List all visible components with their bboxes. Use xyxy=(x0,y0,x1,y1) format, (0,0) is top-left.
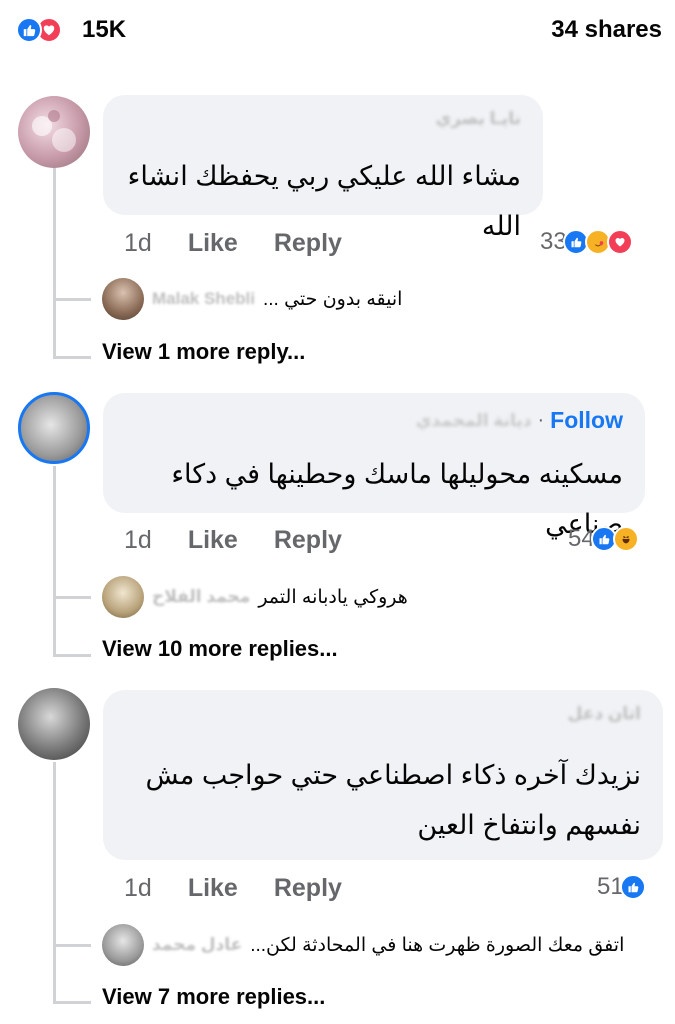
reply-avatar[interactable] xyxy=(102,924,144,966)
post-stats-bar: 15K 34 shares xyxy=(0,0,675,62)
comment-text: نزيدك آخره ذكاء اصطناعي حتي حواجب مش نفس… xyxy=(145,750,641,850)
reply-button[interactable]: Reply xyxy=(274,229,342,258)
thread-branch xyxy=(53,654,91,657)
like-icon xyxy=(16,17,42,43)
follow-button[interactable]: Follow xyxy=(550,407,623,434)
comment-actions: 1d Like Reply xyxy=(124,874,342,903)
thread-line xyxy=(53,762,56,1002)
view-more-replies[interactable]: View 10 more replies... xyxy=(102,636,338,662)
comment-reactions[interactable]: 33 xyxy=(540,228,633,256)
like-button[interactable]: Like xyxy=(188,874,238,903)
comment-author-row: ديانة المحمدي · Follow xyxy=(416,407,623,434)
view-more-replies[interactable]: View 7 more replies... xyxy=(102,984,325,1010)
thread-branch xyxy=(53,356,91,359)
comment-age[interactable]: 1d xyxy=(124,229,152,258)
comment-bubble[interactable]: ديانة المحمدي · Follow مسكينه محوليلها م… xyxy=(103,393,645,539)
haha-icon xyxy=(612,526,639,552)
reaction-count[interactable]: 15K xyxy=(82,16,126,44)
thread-line xyxy=(53,168,56,358)
reply-author[interactable]: عادل محمد xyxy=(152,935,242,955)
comment-age[interactable]: 1d xyxy=(124,874,152,903)
reply-preview[interactable]: عادل محمد اتفق معك الصورة ظهرت هنا في ال… xyxy=(102,924,624,966)
avatar[interactable] xyxy=(18,96,90,168)
separator-dot: · xyxy=(537,409,545,431)
reply-text: هروكي يادبانه التمر xyxy=(258,586,408,608)
view-more-replies[interactable]: View 1 more reply... xyxy=(102,339,305,365)
comment-actions: 1d Like Reply xyxy=(124,526,342,555)
reply-author[interactable]: Malak Shebli xyxy=(152,289,255,309)
reply-text: انيقه بدون حتي ... xyxy=(262,288,403,310)
comment-reactions[interactable]: 51 xyxy=(597,873,646,901)
reply-preview[interactable]: محمد الفلاح هروكي يادبانه التمر xyxy=(102,576,408,618)
comment-author[interactable]: نايـا بصري xyxy=(436,109,521,129)
thread-branch xyxy=(53,1001,91,1004)
comment-age[interactable]: 1d xyxy=(124,526,152,555)
thread-line xyxy=(53,466,56,656)
thread-branch xyxy=(53,596,91,599)
love-icon xyxy=(606,229,633,255)
comment-bubble[interactable]: نايـا بصري مشاء الله عليكي ربي يحفظك انش… xyxy=(103,95,543,241)
thread-branch xyxy=(53,944,91,947)
avatar[interactable] xyxy=(18,688,90,760)
comment-reactions[interactable]: 54 xyxy=(568,525,639,553)
reply-avatar[interactable] xyxy=(102,278,144,320)
thread-branch xyxy=(53,298,91,301)
reply-text: اتفق معك الصورة ظهرت هنا في المحادثة لكن… xyxy=(250,934,625,956)
comment-actions: 1d Like Reply xyxy=(124,229,342,258)
shares-count[interactable]: 34 shares xyxy=(551,16,662,44)
post-reaction-icons[interactable] xyxy=(16,17,76,43)
like-button[interactable]: Like xyxy=(188,526,238,555)
like-button[interactable]: Like xyxy=(188,229,238,258)
like-icon xyxy=(619,874,646,900)
reply-button[interactable]: Reply xyxy=(274,874,342,903)
comment-author[interactable]: ديانة المحمدي xyxy=(416,411,532,431)
reply-button[interactable]: Reply xyxy=(274,526,342,555)
comment-bubble[interactable]: اتان دعل نزيدك آخره ذكاء اصطناعي حتي حوا… xyxy=(103,690,663,860)
comment-text-line: نزيدك آخره ذكاء اصطناعي حتي حواجب مش xyxy=(145,760,641,790)
avatar[interactable] xyxy=(18,392,90,464)
comment-text-line: نفسهم وانتفاخ العين xyxy=(417,810,641,840)
comment-author[interactable]: اتان دعل xyxy=(568,704,641,724)
reply-avatar[interactable] xyxy=(102,576,144,618)
reply-preview[interactable]: Malak Shebli انيقه بدون حتي ... xyxy=(102,278,402,320)
reply-author[interactable]: محمد الفلاح xyxy=(152,587,250,607)
